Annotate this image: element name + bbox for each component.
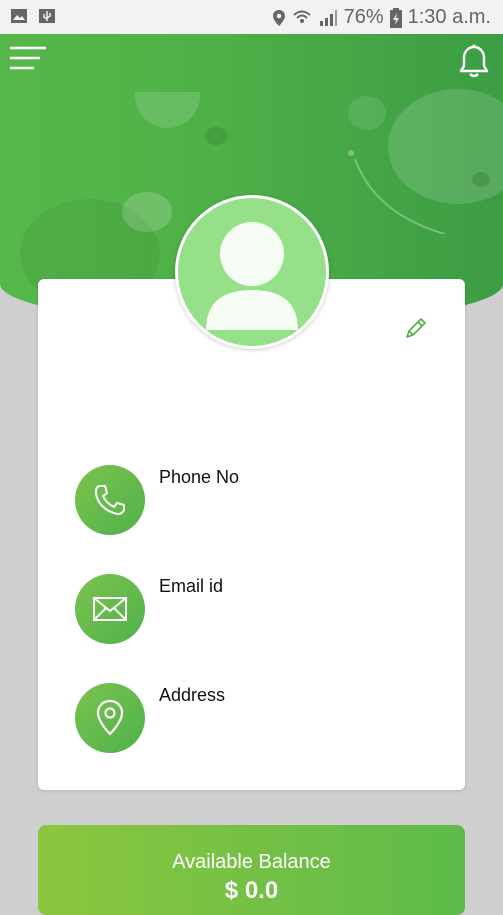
wifi-icon <box>292 10 311 23</box>
bell-icon[interactable] <box>458 44 490 80</box>
phone-icon <box>94 485 125 515</box>
gallery-icon <box>11 9 27 23</box>
location-icon <box>272 9 285 26</box>
decor-curve <box>348 150 446 234</box>
usb-icon <box>39 9 55 23</box>
signal-icon <box>319 9 337 26</box>
mail-icon <box>93 597 127 621</box>
balance-card[interactable]: Available Balance $ 0.0 <box>38 825 465 915</box>
balance-title: Available Balance <box>172 851 331 873</box>
email-button[interactable] <box>75 574 145 644</box>
address-button[interactable] <box>75 683 145 753</box>
edit-icon[interactable] <box>404 316 428 340</box>
phone-button[interactable] <box>75 465 145 535</box>
battery-percent: 76% <box>343 6 384 28</box>
clock: 1:30 a.m. <box>407 6 491 28</box>
email-label: Email id <box>159 576 224 596</box>
location-pin-icon <box>96 699 124 736</box>
phone-label: Phone No <box>159 467 240 487</box>
status-bar: 76% 1:30 a.m. <box>0 0 503 34</box>
avatar[interactable] <box>175 195 329 349</box>
address-label: Address <box>159 685 226 705</box>
menu-icon[interactable] <box>10 46 46 72</box>
user-icon <box>206 222 298 330</box>
balance-amount: $ 0.0 <box>224 877 279 904</box>
battery-icon <box>389 7 402 28</box>
